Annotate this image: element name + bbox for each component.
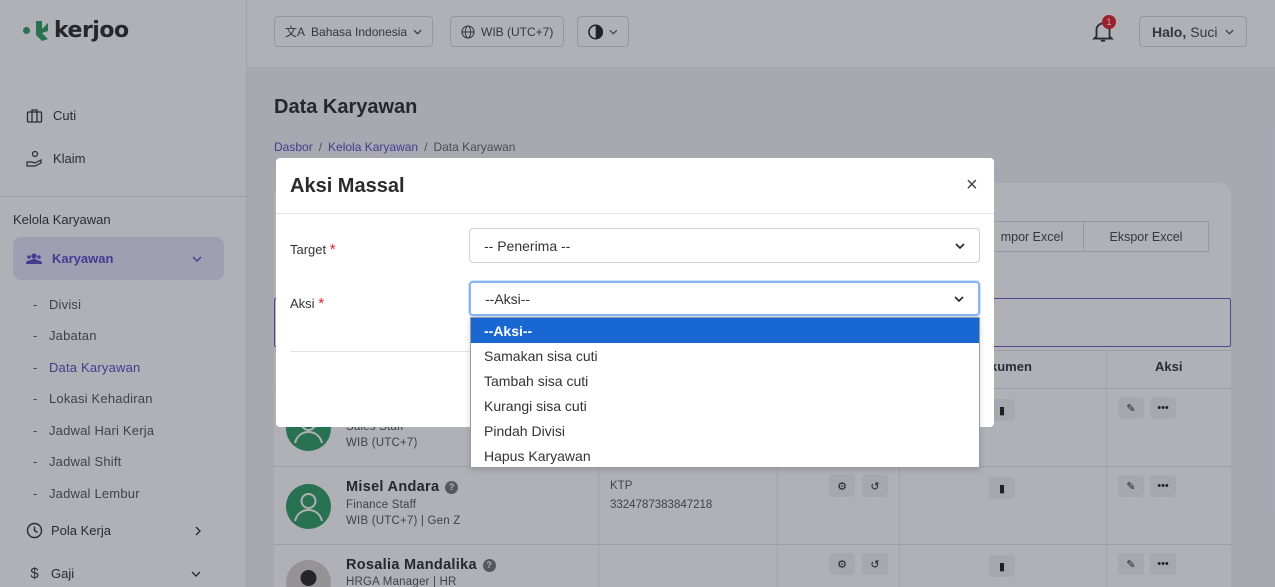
- option-aksi-default[interactable]: --Aksi--: [471, 318, 979, 343]
- option-samakan-sisa-cuti[interactable]: Samakan sisa cuti: [471, 343, 979, 368]
- aksi-label-text: Aksi: [290, 296, 315, 311]
- aksi-select[interactable]: --Aksi--: [469, 281, 980, 316]
- option-hapus-karyawan[interactable]: Hapus Karyawan: [471, 443, 979, 468]
- target-select[interactable]: -- Penerima --: [469, 228, 980, 263]
- target-label: Target *: [290, 241, 336, 258]
- option-tambah-sisa-cuti[interactable]: Tambah sisa cuti: [471, 368, 979, 393]
- aksi-dropdown-list: --Aksi-- Samakan sisa cuti Tambah sisa c…: [470, 317, 980, 468]
- modal-body-divider: [290, 351, 480, 352]
- modal-title: Aksi Massal: [290, 175, 405, 197]
- target-label-text: Target: [290, 242, 327, 257]
- required-mark: *: [318, 295, 325, 312]
- required-mark: *: [329, 241, 336, 258]
- aksi-select-value: --Aksi--: [485, 290, 531, 307]
- option-pindah-divisi[interactable]: Pindah Divisi: [471, 418, 979, 443]
- chevron-down-icon: [954, 295, 964, 302]
- aksi-label: Aksi *: [290, 295, 324, 312]
- target-select-value: -- Penerima --: [484, 237, 571, 254]
- modal-header-divider: [276, 213, 994, 214]
- option-kurangi-sisa-cuti[interactable]: Kurangi sisa cuti: [471, 393, 979, 418]
- close-icon[interactable]: ×: [966, 174, 978, 197]
- chevron-down-icon: [955, 242, 965, 249]
